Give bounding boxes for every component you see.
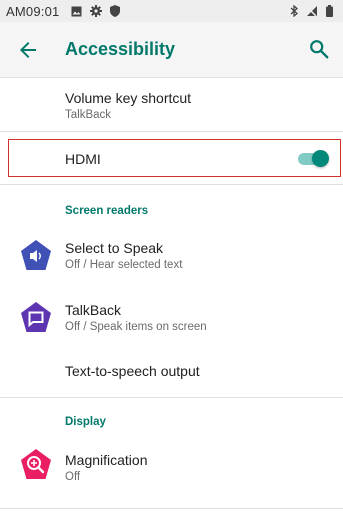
app-bar: Accessibility	[0, 22, 343, 78]
gear-icon	[90, 5, 102, 17]
divider	[0, 508, 343, 509]
text-to-speech-output-title: Text-to-speech output	[65, 363, 200, 379]
section-header-display: Display	[65, 416, 106, 428]
divider	[0, 131, 343, 132]
bluetooth-icon	[290, 5, 298, 17]
select-to-speak-title: Select to Speak	[65, 240, 164, 256]
divider	[0, 184, 343, 185]
talkback-item[interactable]: TalkBack Off / Speak items on screen	[0, 296, 343, 340]
search-icon[interactable]	[308, 38, 330, 60]
shield-icon	[110, 5, 120, 17]
volume-key-shortcut-title: Volume key shortcut	[65, 90, 192, 106]
divider	[0, 397, 343, 398]
talkback-subtitle: Off / Speak items on screen	[65, 321, 207, 333]
page-title: Accessibility	[65, 39, 176, 59]
hdmi-title: HDMI	[65, 151, 101, 167]
toggle-thumb	[312, 150, 329, 167]
select-to-speak-item[interactable]: Select to Speak Off / Hear selected text	[0, 234, 343, 278]
hdmi-toggle[interactable]	[298, 150, 329, 167]
text-to-speech-output-item[interactable]: Text-to-speech output	[0, 356, 343, 386]
no-signal-icon	[306, 6, 317, 17]
select-to-speak-subtitle: Off / Hear selected text	[65, 259, 183, 271]
talkback-title: TalkBack	[65, 302, 122, 318]
magnification-subtitle: Off	[65, 471, 81, 483]
battery-icon	[326, 5, 333, 17]
magnification-item[interactable]: Magnification Off	[0, 445, 343, 489]
back-arrow-icon[interactable]	[16, 38, 40, 62]
volume-key-shortcut-item[interactable]: Volume key shortcut TalkBack	[0, 78, 343, 128]
volume-key-shortcut-subtitle: TalkBack	[65, 109, 112, 121]
status-bar: AM09:01	[0, 0, 343, 22]
status-time: AM09:01	[6, 4, 60, 19]
magnification-title: Magnification	[65, 452, 148, 468]
hdmi-item[interactable]: HDMI	[0, 140, 343, 176]
section-header-screen-readers: Screen readers	[65, 205, 149, 217]
image-icon	[71, 6, 82, 16]
